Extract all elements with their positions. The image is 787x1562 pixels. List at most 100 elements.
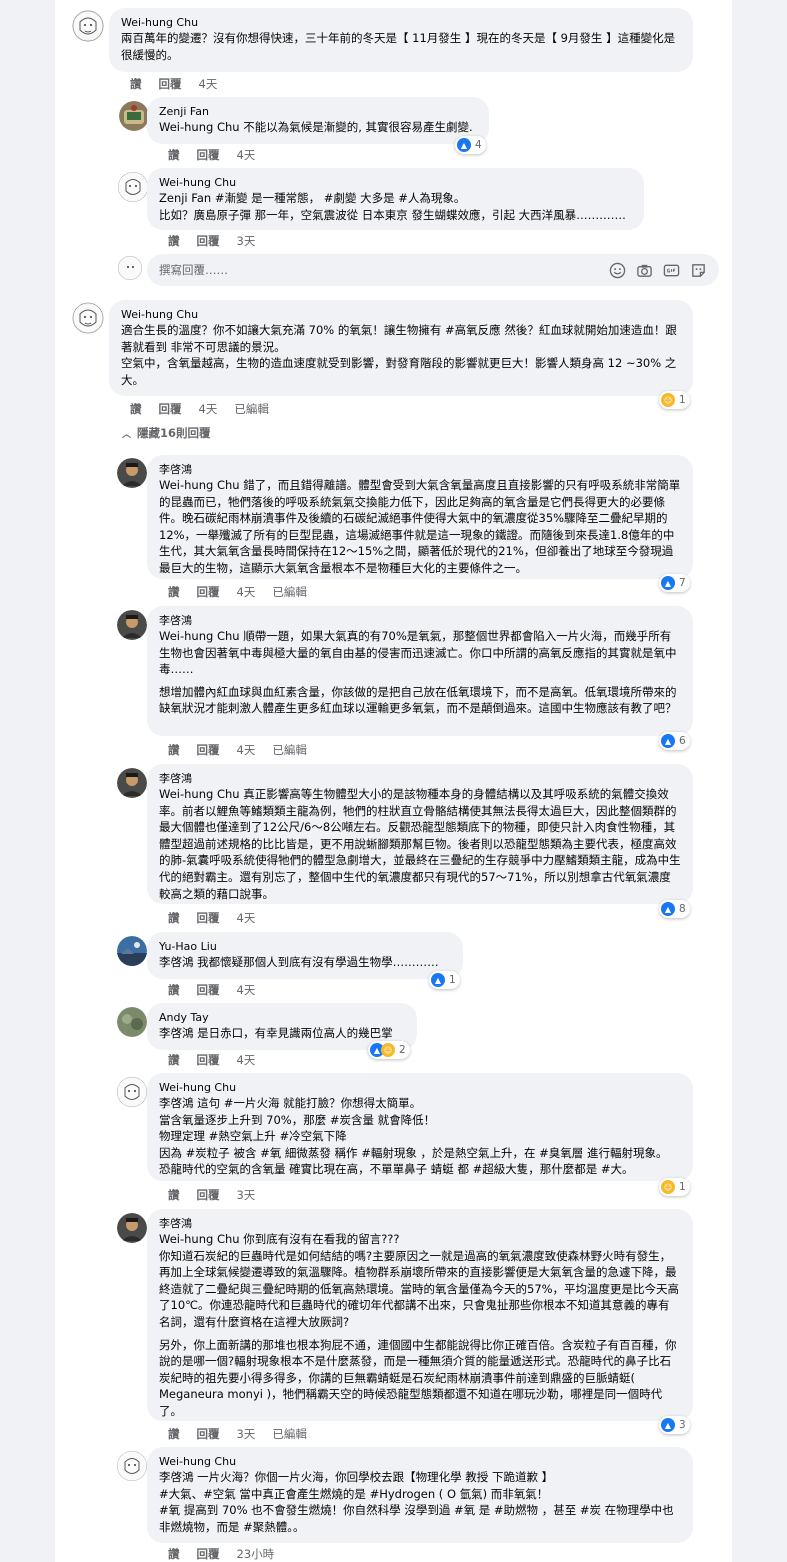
like-button[interactable]: 讚 [168, 983, 180, 997]
avatar[interactable] [117, 1213, 147, 1243]
comment-time[interactable]: 3天 [237, 234, 256, 248]
reply-input[interactable]: 撰寫回覆…… [147, 254, 719, 286]
comment-author[interactable]: 李啓鴻 [159, 613, 681, 628]
like-button[interactable]: 讚 [130, 402, 142, 416]
avatar[interactable] [117, 1077, 147, 1107]
hide-replies-label: 隱藏16則回覆 [137, 426, 211, 440]
reaction-count: 4 [475, 139, 482, 151]
reaction-summary[interactable]: ▲ ☺ 2 [368, 1041, 410, 1059]
avatar[interactable] [117, 458, 147, 488]
comment-line: 恐龍時代的空氣的含氧量 確實比現在高，不單單鼻子 蜻蜓 都 #超級大隻，那什麼都… [159, 1162, 634, 1177]
reply-button[interactable]: 回覆 [197, 148, 220, 162]
reply-button[interactable]: 回覆 [197, 1053, 220, 1067]
reaction-summary[interactable]: ▲ 1 [429, 971, 460, 989]
reply-button[interactable]: 回覆 [197, 1188, 220, 1202]
reaction-summary[interactable]: ▲ 7 [659, 574, 690, 592]
gif-icon[interactable] [663, 262, 680, 279]
reply-button[interactable]: 回覆 [197, 911, 220, 925]
reply-button[interactable]: 回覆 [197, 1427, 220, 1441]
like-button[interactable]: 讚 [168, 1427, 180, 1441]
like-button[interactable]: 讚 [168, 743, 180, 757]
reply-button[interactable]: 回覆 [197, 983, 220, 997]
reply-button[interactable]: 回覆 [197, 234, 220, 248]
edited-label[interactable]: 已編輯 [272, 1427, 307, 1441]
reaction-summary[interactable]: ☺ 1 [659, 391, 690, 409]
comment-actions: 讚 回覆 3天 [168, 233, 272, 249]
avatar[interactable] [117, 768, 147, 798]
comment-line: 李啓鴻 一片火海？你個一片火海，你回學校去跟【物理化學 教授 下跪道歉 】 [159, 1470, 554, 1484]
avatar[interactable] [117, 610, 147, 640]
comment-author[interactable]: Andy Tay [159, 1010, 405, 1025]
comment-bubble: Wei-hung Chu Zenji Fan #漸變 是一種常態， #劇變 大多… [147, 168, 644, 230]
comment-author[interactable]: 李啓鴻 [159, 1216, 681, 1231]
like-button[interactable]: 讚 [168, 148, 180, 162]
comment-time[interactable]: 4天 [237, 148, 256, 162]
reaction-summary[interactable]: ▲ 4 [455, 136, 486, 154]
smiley-icon[interactable] [609, 262, 626, 279]
avatar[interactable] [72, 302, 104, 334]
comment-time[interactable]: 23小時 [237, 1547, 275, 1561]
comment-actions: 讚 回覆 4天 [168, 910, 272, 926]
comment-actions: 讚 回覆 4天 [130, 76, 234, 92]
edited-label[interactable]: 已編輯 [272, 585, 307, 599]
comment-time[interactable]: 3天 [237, 1427, 256, 1441]
comment-time[interactable]: 4天 [199, 77, 218, 91]
reaction-count: 6 [679, 735, 686, 747]
sticker-icon[interactable] [690, 262, 707, 279]
comment-time[interactable]: 4天 [237, 743, 256, 757]
reaction-summary[interactable]: ▲ 3 [659, 1416, 690, 1434]
like-button[interactable]: 讚 [168, 1547, 180, 1561]
edited-label[interactable]: 已編輯 [234, 402, 269, 416]
comment-author[interactable]: Zenji Fan [159, 104, 477, 119]
avatar[interactable] [117, 1451, 147, 1481]
comment-text: Zenji Fan #漸變 是一種常態， #劇變 大多是 #人為現象。 比如？廣島… [159, 190, 632, 223]
like-button[interactable]: 讚 [168, 234, 180, 248]
comment-author[interactable]: Wei-hung Chu [159, 1080, 681, 1095]
reaction-summary[interactable]: ☺ 1 [659, 1178, 690, 1196]
comment-text: Wei-hung Chu 不能以為氣候是漸變的, 其實很容易產生劇變. [159, 119, 477, 136]
comment-author[interactable]: Yu-Hao Liu [159, 939, 451, 954]
like-button[interactable]: 讚 [168, 1188, 180, 1202]
avatar[interactable] [119, 101, 149, 131]
reply-button[interactable]: 回覆 [197, 1547, 220, 1561]
edited-label[interactable]: 已編輯 [272, 743, 307, 757]
like-button[interactable]: 讚 [168, 585, 180, 599]
comment-author[interactable]: Wei-hung Chu [121, 307, 681, 322]
comment-author[interactable]: Wei-hung Chu [159, 1454, 681, 1469]
comment-author[interactable]: Wei-hung Chu [159, 175, 632, 190]
comment-time[interactable]: 3天 [237, 1188, 256, 1202]
comment-line: Wei-hung Chu 錯了，而且錯得離譜。體型會受到大氣含氧量高度且直接影響… [159, 478, 681, 575]
comment-time[interactable]: 4天 [237, 983, 256, 997]
reaction-summary[interactable]: ▲ 6 [659, 732, 690, 750]
reaction-count: 7 [679, 577, 686, 589]
avatar[interactable] [117, 936, 147, 966]
hide-replies-button[interactable]: ︿ 隱藏16則回覆 [122, 425, 211, 441]
avatar[interactable] [72, 10, 104, 42]
thumbs-up-icon: ▲ [661, 902, 675, 916]
like-button[interactable]: 讚 [130, 77, 142, 91]
reply-button[interactable]: 回覆 [159, 402, 182, 416]
comment-author[interactable]: Wei-hung Chu [121, 15, 681, 30]
comment-bubble: Yu-Hao Liu 李啓鴻 我都懷疑那個人到底有沒有學過生物學………… [147, 932, 463, 979]
comment-line: 適合生長的溫度？你不如讓大氣充滿 70% 的氧氣！讓生物擁有 #高氧反應 然後？… [121, 323, 677, 354]
comment-time[interactable]: 4天 [237, 585, 256, 599]
like-button[interactable]: 讚 [168, 1053, 180, 1067]
comment-actions: 讚 回覆 3天 [168, 1187, 272, 1203]
reply-button[interactable]: 回覆 [159, 77, 182, 91]
comment-time[interactable]: 4天 [199, 402, 218, 416]
reply-button[interactable]: 回覆 [197, 743, 220, 757]
comment-time[interactable]: 4天 [237, 1053, 256, 1067]
avatar[interactable] [117, 1007, 147, 1037]
comment-line: 想增加體內紅血球與血紅素含量，你該做的是把自己放在低氧環境下，而不是高氧。低氧環… [159, 684, 677, 716]
like-button[interactable]: 讚 [168, 911, 180, 925]
reaction-summary[interactable]: ▲ 8 [659, 900, 690, 918]
comment-time[interactable]: 4天 [237, 911, 256, 925]
comment-text: 適合生長的溫度？你不如讓大氣充滿 70% 的氧氣！讓生物擁有 #高氧反應 然後？… [121, 322, 681, 388]
camera-icon[interactable] [636, 262, 653, 279]
comment-author[interactable]: 李啓鴻 [159, 771, 681, 786]
comment-author[interactable]: 李啓鴻 [159, 462, 681, 477]
reply-button[interactable]: 回覆 [197, 585, 220, 599]
comment-text: 李啓鴻 是日赤口，有幸見識兩位高人的幾巴掌 [159, 1025, 405, 1042]
haha-icon: ☺ [381, 1043, 395, 1057]
avatar[interactable] [118, 172, 148, 202]
